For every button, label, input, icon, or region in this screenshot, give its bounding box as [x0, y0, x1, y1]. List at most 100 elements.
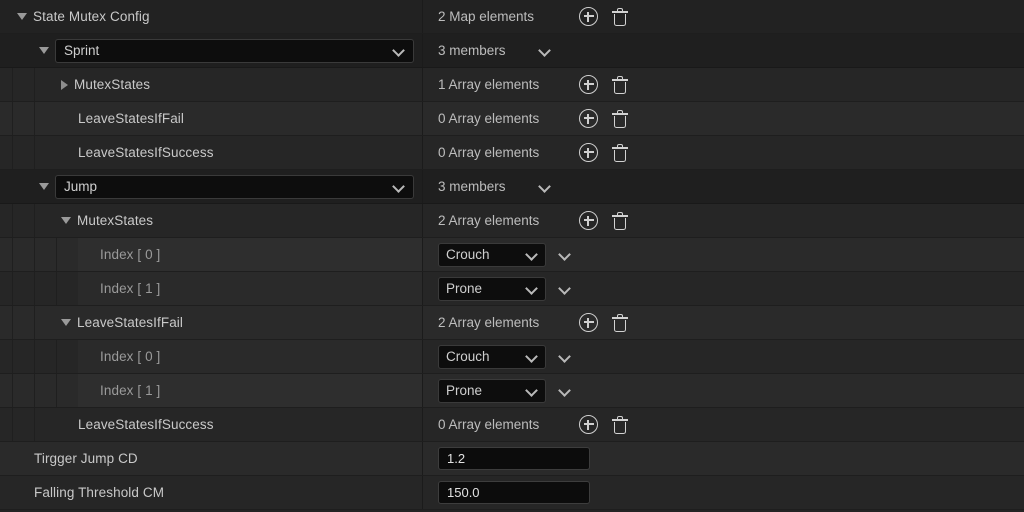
twisty-spacer: [17, 492, 28, 493]
property-row-jump-mutexstates-index-1[interactable]: Index [ 1 ] Prone: [0, 272, 1024, 306]
property-row-state-mutex-config[interactable]: State Mutex Config 2 Map elements: [0, 0, 1024, 34]
name-cell-jump-leavestatesiffail-index-0: Index [ 0 ]: [0, 340, 423, 373]
value-summary: 0 Array elements: [438, 111, 540, 126]
name-cell-map-key-jump: Jump: [0, 170, 423, 203]
trash-icon[interactable]: [612, 109, 628, 128]
value-summary: 2 Array elements: [438, 315, 540, 330]
property-label: Index [ 0 ]: [100, 247, 161, 262]
enum-value: Crouch: [446, 349, 490, 364]
value-cell-tirgger-jump-cd: 1.2: [423, 442, 1024, 475]
twisty-spacer: [61, 118, 72, 119]
enum-dropdown-jump-mutexstates-index-1[interactable]: Prone: [438, 276, 546, 301]
property-row-sprint-leavestatesifsuccess[interactable]: LeaveStatesIfSuccess 0 Array elements: [0, 136, 1024, 170]
property-row-jump-mutexstates[interactable]: MutexStates 2 Array elements: [0, 204, 1024, 238]
name-cell-tirgger-jump-cd: Tirgger Jump CD: [0, 442, 423, 475]
chevron-down-icon[interactable]: [394, 181, 405, 192]
chevron-down-icon[interactable]: [394, 45, 405, 56]
element-options-chevron-icon[interactable]: [560, 351, 571, 362]
enum-value: Prone: [446, 383, 483, 398]
triangle-down-icon[interactable]: [39, 183, 49, 190]
property-label: LeaveStatesIfFail: [78, 111, 185, 126]
twisty-spacer: [83, 288, 94, 289]
property-row-sprint-mutexstates[interactable]: MutexStates 1 Array elements: [0, 68, 1024, 102]
twisty-spacer: [83, 390, 94, 391]
triangle-down-icon[interactable]: [39, 47, 49, 54]
plus-circle-icon[interactable]: [579, 143, 598, 162]
row-actions: [579, 408, 628, 441]
value-cell-jump-leavestatesiffail-index-1: Prone: [423, 374, 1024, 407]
name-cell-sprint-mutexstates: MutexStates: [0, 68, 423, 101]
trash-icon[interactable]: [612, 75, 628, 94]
trash-icon[interactable]: [612, 7, 628, 26]
name-cell-jump-leavestatesiffail: LeaveStatesIfFail: [0, 306, 423, 339]
property-row-map-key-sprint[interactable]: Sprint 3 members: [0, 34, 1024, 68]
enum-dropdown-jump-mutexstates-index-0[interactable]: Crouch: [438, 242, 546, 267]
enum-dropdown-jump-leavestatesiffail-index-0[interactable]: Crouch: [438, 344, 546, 369]
property-label: LeaveStatesIfSuccess: [78, 145, 214, 160]
element-options-chevron-icon[interactable]: [560, 385, 571, 396]
plus-circle-icon[interactable]: [579, 75, 598, 94]
twisty-spacer: [61, 424, 72, 425]
plus-circle-icon[interactable]: [579, 7, 598, 26]
trash-icon[interactable]: [612, 211, 628, 230]
enum-dropdown-jump-leavestatesiffail-index-1[interactable]: Prone: [438, 378, 546, 403]
value-cell-jump-mutexstates-index-0: Crouch: [423, 238, 1024, 271]
property-row-falling-threshold-cm[interactable]: Falling Threshold CM 150.0: [0, 476, 1024, 510]
map-key-combo-map-key-jump[interactable]: Jump: [55, 174, 414, 199]
map-key-combo-map-key-sprint[interactable]: Sprint: [55, 38, 414, 63]
value-cell-map-key-jump: 3 members: [423, 170, 1024, 203]
chevron-down-icon[interactable]: [527, 249, 538, 260]
property-row-jump-leavestatesiffail-index-0[interactable]: Index [ 0 ] Crouch: [0, 340, 1024, 374]
name-cell-falling-threshold-cm: Falling Threshold CM: [0, 476, 423, 509]
twisty-spacer: [83, 254, 94, 255]
value-cell-falling-threshold-cm: 150.0: [423, 476, 1024, 509]
element-options-chevron-icon[interactable]: [560, 283, 571, 294]
triangle-down-icon[interactable]: [61, 217, 71, 224]
property-label: MutexStates: [74, 77, 151, 92]
property-label: Falling Threshold CM: [34, 485, 165, 500]
plus-circle-icon[interactable]: [579, 415, 598, 434]
trash-icon[interactable]: [612, 143, 628, 162]
chevron-down-icon[interactable]: [527, 351, 538, 362]
property-row-jump-leavestatesiffail-index-1[interactable]: Index [ 1 ] Prone: [0, 374, 1024, 408]
property-label: Tirgger Jump CD: [34, 451, 138, 466]
property-row-tirgger-jump-cd[interactable]: Tirgger Jump CD 1.2: [0, 442, 1024, 476]
property-row-jump-mutexstates-index-0[interactable]: Index [ 0 ] Crouch: [0, 238, 1024, 272]
property-row-sprint-leavestatesiffail[interactable]: LeaveStatesIfFail 0 Array elements: [0, 102, 1024, 136]
member-expand-chevron-icon[interactable]: [540, 181, 551, 192]
plus-circle-icon[interactable]: [579, 109, 598, 128]
name-cell-jump-leavestatesifsuccess: LeaveStatesIfSuccess: [0, 408, 423, 441]
chevron-down-icon[interactable]: [527, 385, 538, 396]
value-cell-sprint-leavestatesiffail: 0 Array elements: [423, 102, 1024, 135]
row-actions: [579, 68, 628, 101]
number-input-tirgger-jump-cd[interactable]: 1.2: [438, 447, 590, 470]
member-expand-chevron-icon[interactable]: [540, 45, 551, 56]
property-row-jump-leavestatesiffail[interactable]: LeaveStatesIfFail 2 Array elements: [0, 306, 1024, 340]
chevron-down-icon[interactable]: [527, 283, 538, 294]
number-value: 1.2: [447, 451, 466, 466]
property-row-jump-leavestatesifsuccess[interactable]: LeaveStatesIfSuccess 0 Array elements: [0, 408, 1024, 442]
plus-circle-icon[interactable]: [579, 211, 598, 230]
row-actions: [579, 102, 628, 135]
value-summary: 2 Array elements: [438, 213, 540, 228]
triangle-right-icon[interactable]: [61, 79, 68, 90]
trash-icon[interactable]: [612, 415, 628, 434]
name-cell-sprint-leavestatesiffail: LeaveStatesIfFail: [0, 102, 423, 135]
number-input-falling-threshold-cm[interactable]: 150.0: [438, 481, 590, 504]
property-label: Index [ 1 ]: [100, 281, 161, 296]
trash-icon[interactable]: [612, 313, 628, 332]
element-options-chevron-icon[interactable]: [560, 249, 571, 260]
property-label: Index [ 0 ]: [100, 349, 161, 364]
property-row-map-key-jump[interactable]: Jump 3 members: [0, 170, 1024, 204]
map-key-label: Jump: [64, 179, 98, 194]
name-cell-jump-mutexstates-index-1: Index [ 1 ]: [0, 272, 423, 305]
value-cell-jump-mutexstates-index-1: Prone: [423, 272, 1024, 305]
property-label: Index [ 1 ]: [100, 383, 161, 398]
triangle-down-icon[interactable]: [17, 13, 27, 20]
property-label: MutexStates: [77, 213, 154, 228]
twisty-spacer: [17, 458, 28, 459]
name-cell-jump-mutexstates: MutexStates: [0, 204, 423, 237]
row-actions: [579, 0, 628, 33]
triangle-down-icon[interactable]: [61, 319, 71, 326]
plus-circle-icon[interactable]: [579, 313, 598, 332]
